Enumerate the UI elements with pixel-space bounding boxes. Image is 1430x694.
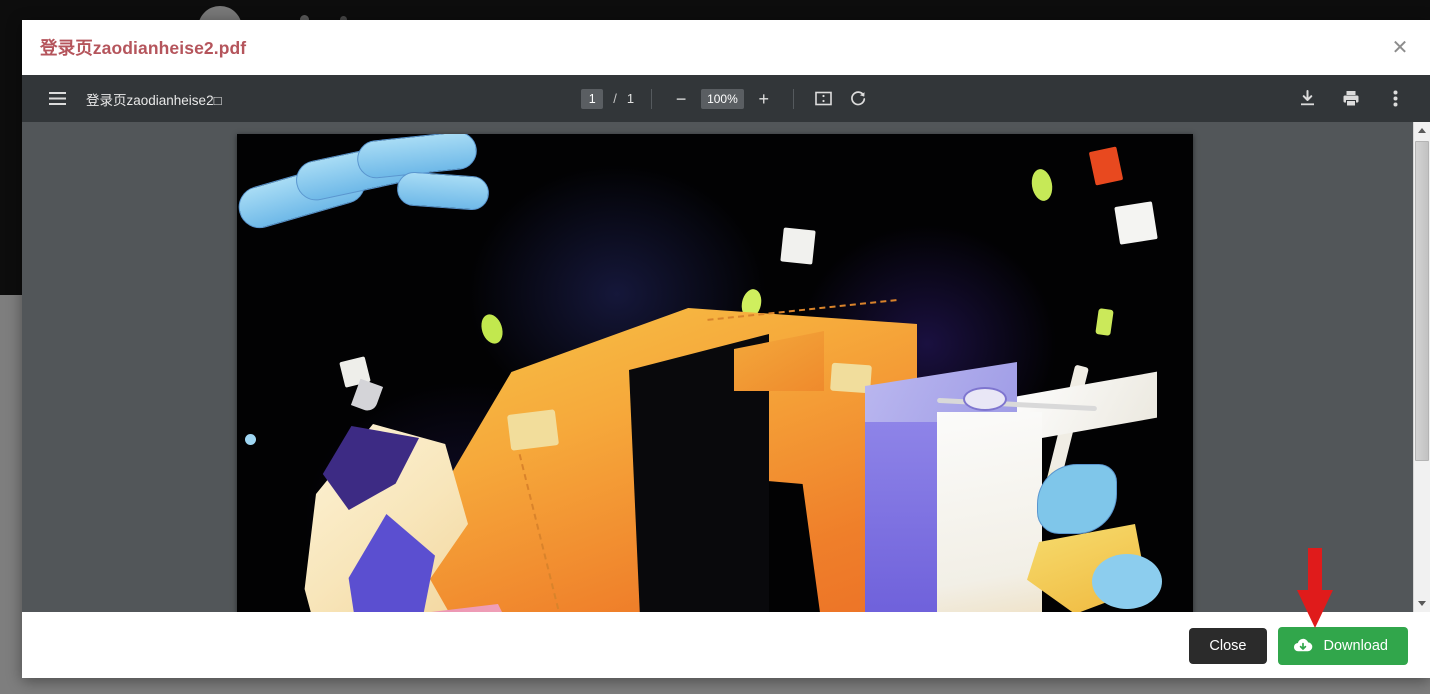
document-illustration [237,134,1193,612]
art-confetti [1095,308,1114,336]
art-white-box-face [937,412,1042,612]
pdf-filename: 登录页zaodianheise2□ [86,92,222,108]
art-magnifier-lens [963,387,1007,411]
scroll-down-icon[interactable] [1414,595,1430,612]
art-confetti [1088,146,1124,186]
modal-footer: Close Download [22,612,1430,678]
download-button[interactable]: Download [1277,626,1408,665]
pdf-toolbar-right [1294,86,1416,112]
art-confetti [1114,201,1158,245]
page-separator: / [613,91,617,106]
modal-header: 登录页zaodianheise2.pdf ✕ [22,20,1430,75]
more-vertical-icon[interactable] [1382,86,1408,112]
zoom-in-button[interactable]: + [752,87,776,111]
pdf-vertical-scrollbar[interactable] [1413,122,1430,612]
art-blue-blob [1092,554,1162,609]
pdf-preview-modal: 登录页zaodianheise2.pdf ✕ 登录页zaodianheise2□… [22,20,1430,678]
art-confetti [780,227,816,265]
close-button[interactable]: Close [1189,627,1267,664]
cloud-download-icon [1293,638,1313,653]
pdf-toolbar-left: 登录页zaodianheise2□ [22,86,222,112]
pdf-page [237,134,1193,612]
close-icon[interactable]: ✕ [1387,35,1413,61]
download-button-label: Download [1323,637,1389,654]
toolbar-divider [651,88,653,109]
download-icon[interactable] [1294,86,1320,112]
rotate-clockwise-icon[interactable] [845,86,871,112]
toolbar-divider [792,88,794,109]
art-patch [506,409,560,451]
page-number-input[interactable] [581,88,604,109]
scrollbar-thumb[interactable] [1415,141,1429,461]
art-blue-hand [237,134,491,259]
pdf-viewer: 登录页zaodianheise2□ / 1 − 100% + [22,75,1430,612]
page-total: 1 [626,91,635,106]
zoom-level-value[interactable]: 100% [701,88,744,109]
scroll-up-icon[interactable] [1414,122,1430,139]
print-icon[interactable] [1338,86,1364,112]
pdf-toolbar-center: / 1 − 100% + [22,75,1430,122]
pdf-toolbar: 登录页zaodianheise2□ / 1 − 100% + [22,75,1430,122]
art-confetti [1029,167,1055,203]
zoom-out-button[interactable]: − [669,87,693,111]
pdf-canvas-area[interactable] [22,122,1430,612]
art-confetti [245,434,256,445]
hamburger-menu-icon[interactable] [44,86,70,112]
art-blue-hand-right [1037,464,1117,534]
fit-to-page-icon[interactable] [811,86,837,112]
art-purple-box-side [865,422,937,612]
page-title: 登录页zaodianheise2.pdf [40,38,247,58]
